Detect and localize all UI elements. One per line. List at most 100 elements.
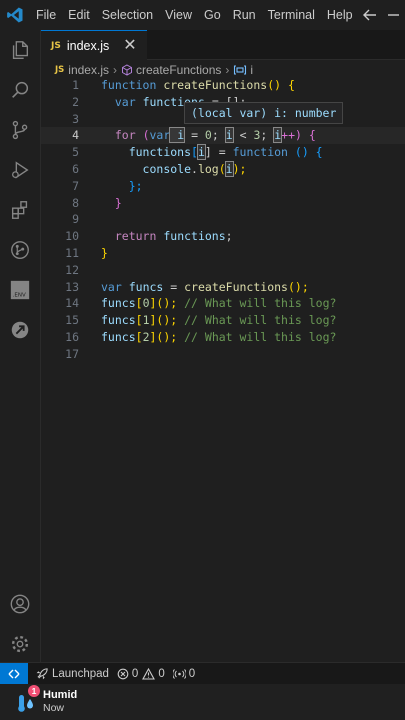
keyword: return [114,229,157,244]
breadcrumb-file[interactable]: index.js [68,63,109,77]
code-line: 17 [41,346,405,363]
code-text: = [163,279,185,294]
line-number: 6 [72,161,79,176]
error-count: 0 [131,667,139,680]
notification-subtitle: Now [43,702,65,714]
code-text: ); [232,161,247,176]
tab-bar: JS index.js ✕ [41,30,405,60]
warning-count: 0 [158,667,165,680]
code-text: ] = [204,145,233,160]
menu-go[interactable]: Go [198,0,227,30]
menu-terminal[interactable]: Terminal [262,0,321,30]
weather-app-icon[interactable]: 1 [16,685,40,713]
variable-i-highlight: i [169,127,186,144]
code-text: = [184,128,205,143]
breadcrumb-function[interactable]: createFunctions [136,63,221,77]
menu-edit[interactable]: Edit [62,0,96,30]
code-text: ; [211,128,226,143]
line-number: 4 [72,128,79,143]
line-number: 10 [65,229,79,244]
editor-area: JS index.js ✕ JS index.js › createFuncti… [40,30,405,662]
function-name: log [197,161,219,176]
breadcrumb-variable[interactable]: i [250,63,253,77]
ports-status[interactable]: 0 [172,667,196,680]
settings-gear-icon[interactable] [8,632,32,656]
line-number: 2 [72,94,79,109]
code-line: 16 funcs[2](); // What will this log? [41,329,405,346]
search-icon[interactable] [8,78,32,102]
variable-i-highlight: i [224,127,234,144]
variable: console [142,161,192,176]
method-cube-icon [121,64,133,76]
code-line: 5 functions[i] = function () { [41,144,405,161]
comment: // What will this log? [184,296,337,311]
taskbar: 1 Humid Now [0,684,405,720]
remote-indicator-icon[interactable] [0,662,28,685]
notification-badge: 1 [28,685,40,697]
notification[interactable]: Humid Now [43,689,77,715]
variable: funcs [101,313,136,328]
activity-bar: .ENV [0,30,40,662]
problems-status[interactable]: 0 0 [117,667,165,680]
account-icon[interactable] [8,592,32,616]
keyword: var [114,94,136,109]
ports-count: 0 [188,667,196,680]
comment: // What will this log? [184,313,337,328]
run-debug-icon[interactable] [8,158,32,182]
code-text: ( [218,161,226,176]
menu-file[interactable]: File [30,0,62,30]
variable: funcs [101,329,136,344]
code-text: ; [260,128,275,143]
javascript-file-icon: JS [51,40,61,51]
code-text: }; [128,178,143,193]
breadcrumb-separator: › [225,63,230,77]
number: 0 [204,128,212,143]
launchpad-status[interactable]: Launchpad [36,667,109,680]
code-text: ( [135,128,150,143]
variable: funcs [101,296,136,311]
code-line: 10 return functions; [41,228,405,245]
code-text: [ [135,296,143,311]
code-text: () { [267,78,295,92]
line-number: 12 [65,262,79,277]
code-text: () { [287,145,323,160]
launchpad-label: Launchpad [52,667,109,680]
code-line: 8 } [41,195,405,212]
tab-index-js[interactable]: JS index.js ✕ [41,30,147,60]
hover-text: (local var) i: number [191,106,337,120]
launchpad-icon[interactable] [8,318,32,342]
explorer-icon[interactable] [8,38,32,62]
variable-i-highlight: i [196,144,206,161]
forward-arrow-icon[interactable] [385,6,403,24]
menu-view[interactable]: View [159,0,198,30]
tab-label: index.js [66,38,110,53]
menu-help[interactable]: Help [321,0,359,30]
line-number: 11 [65,245,79,260]
keyword: for [114,128,136,143]
menu-selection[interactable]: Selection [96,0,159,30]
close-tab-icon[interactable]: ✕ [123,37,136,54]
notification-title: Humid [43,689,78,701]
menu-run[interactable]: Run [227,0,262,30]
code-text: ](); [149,296,185,311]
code-text: [ [191,145,198,160]
git-graph-icon[interactable] [8,238,32,262]
variable-i-highlight: i [224,160,234,177]
keyword: function [101,78,157,92]
source-control-icon[interactable] [8,118,32,142]
extensions-icon[interactable] [8,198,32,222]
comment: // What will this log? [184,329,337,344]
keyword: function [232,145,288,160]
back-arrow-icon[interactable] [361,6,379,24]
code-text: ](); [149,329,185,344]
line-number: 13 [65,279,79,294]
rocket-icon [36,668,48,680]
code-text: } [114,195,122,210]
code-text: ++) { [281,128,316,143]
line-number: 9 [72,212,79,227]
number: 1 [142,313,150,328]
dotenv-icon[interactable]: .ENV [8,278,32,302]
code-text: (); [287,279,309,294]
breadcrumb-separator: › [112,63,117,77]
code-text: ; [225,229,233,244]
